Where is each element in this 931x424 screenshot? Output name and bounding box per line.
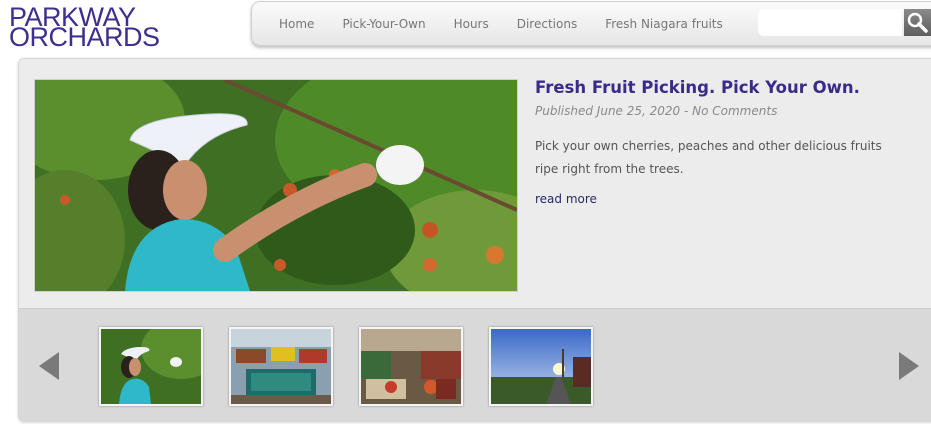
thumbnail-strip xyxy=(19,308,931,421)
search-icon xyxy=(907,12,928,33)
thumbnail-3[interactable] xyxy=(359,327,463,406)
nav-item-home[interactable]: Home xyxy=(265,17,328,31)
thumbnail-2[interactable] xyxy=(229,327,333,406)
nav-item-fresh-niagara-fruits[interactable]: Fresh Niagara fruits xyxy=(591,17,737,31)
thumbnail-4[interactable] xyxy=(489,327,593,406)
post-excerpt: Pick your own cherries, peaches and othe… xyxy=(535,139,882,176)
post-title[interactable]: Fresh Fruit Picking. Pick Your Own. xyxy=(535,78,860,97)
nav-item-directions[interactable]: Directions xyxy=(503,17,591,31)
next-button[interactable] xyxy=(897,350,921,382)
search-button[interactable] xyxy=(904,9,931,36)
arrow-right-icon xyxy=(899,352,919,380)
read-more-link[interactable]: read more xyxy=(535,192,597,206)
nav-item-hours[interactable]: Hours xyxy=(440,17,503,31)
main-navigation: Home Pick-Your-Own Hours Directions Fres… xyxy=(251,1,931,46)
featured-image[interactable] xyxy=(34,79,518,292)
nav-menu: Home Pick-Your-Own Hours Directions Fres… xyxy=(265,2,737,45)
nav-item-pick-your-own[interactable]: Pick-Your-Own xyxy=(328,17,439,31)
site-logo[interactable]: PARKWAY ORCHARDS xyxy=(9,4,160,52)
arrow-left-icon xyxy=(39,352,59,380)
featured-slider: Fresh Fruit Picking. Pick Your Own. Publ… xyxy=(18,58,931,422)
search-input[interactable] xyxy=(758,9,902,36)
post-meta: Published June 25, 2020 - No Comments xyxy=(535,104,778,118)
thumbnail-1[interactable] xyxy=(99,327,203,406)
prev-button[interactable] xyxy=(37,350,61,382)
logo-line-2: ORCHARDS xyxy=(9,22,160,52)
